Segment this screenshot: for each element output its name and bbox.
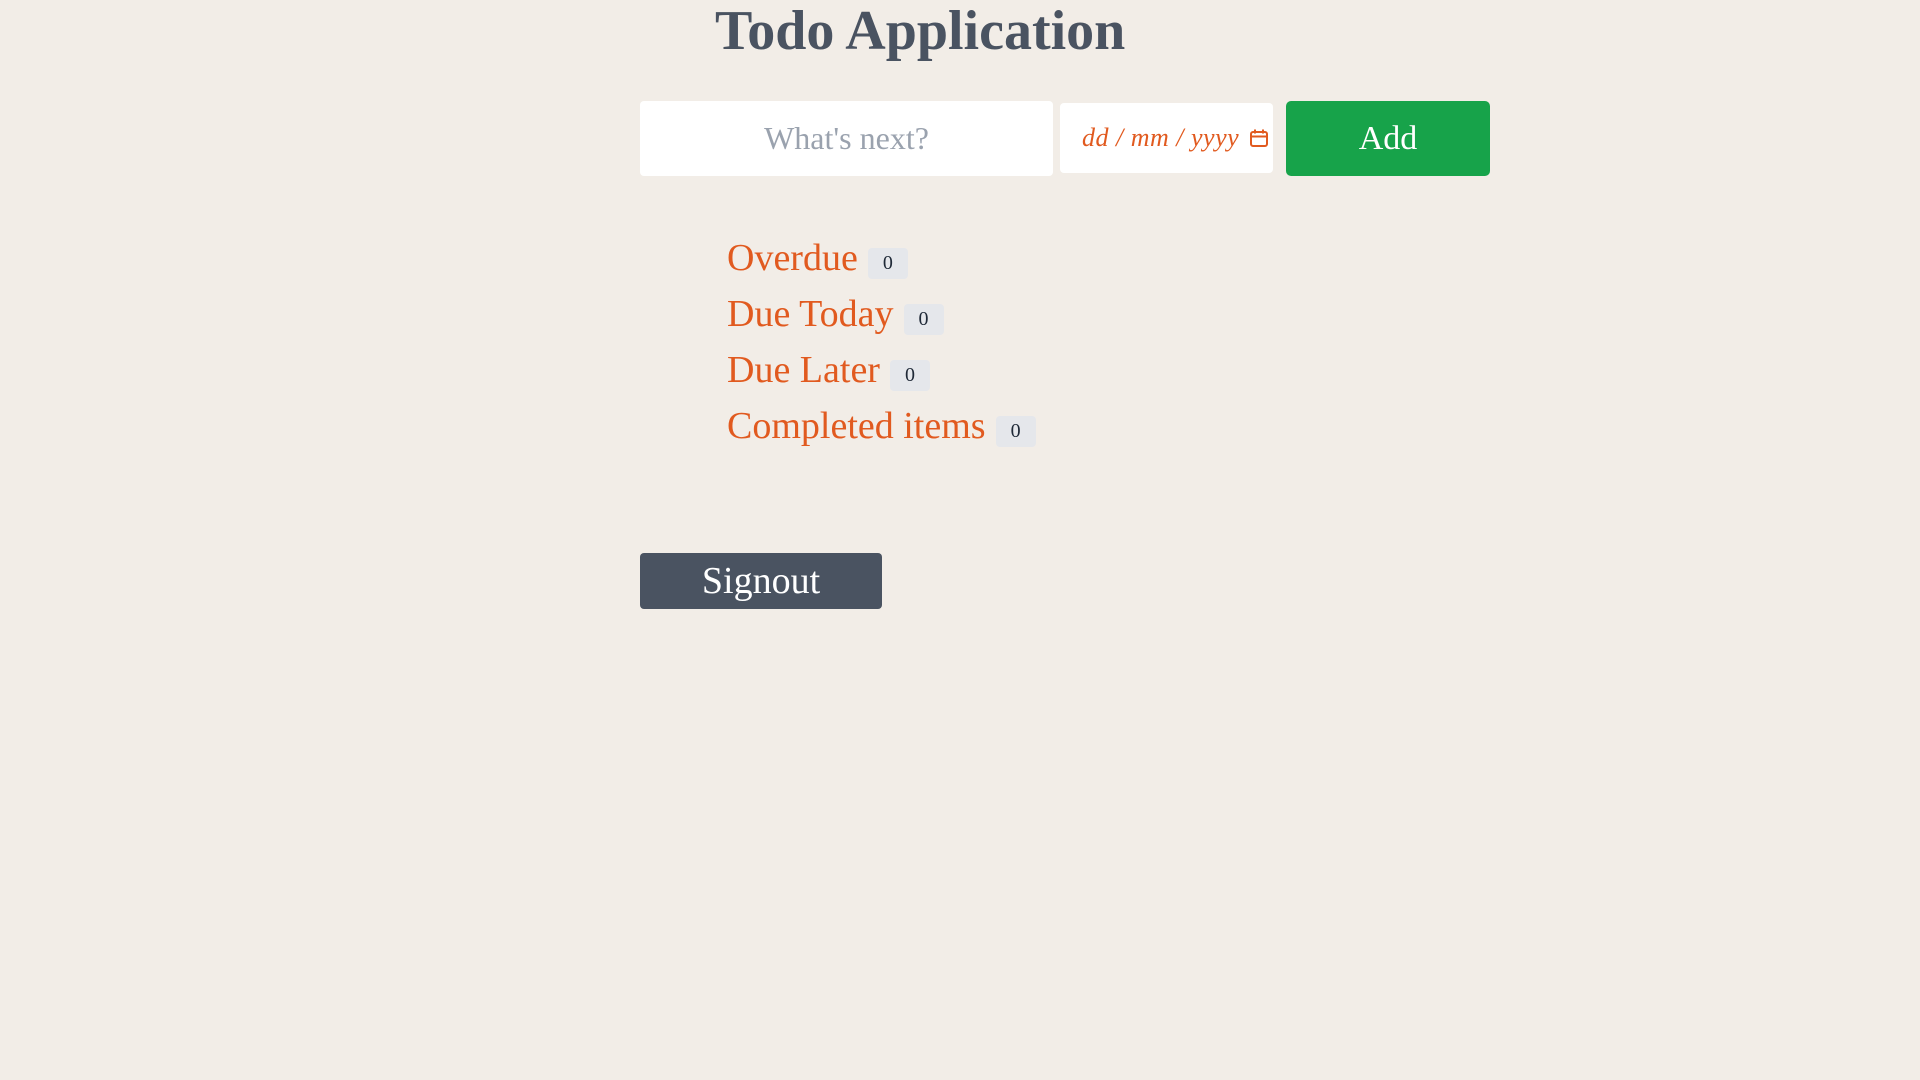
- todo-sections: Overdue 0 Due Today 0 Due Later 0 Comple…: [727, 230, 1036, 454]
- section-overdue: Overdue 0: [727, 230, 1036, 286]
- section-title-due-later[interactable]: Due Later: [727, 351, 880, 389]
- section-title-completed[interactable]: Completed items: [727, 407, 986, 445]
- due-date-placeholder: dd / mm / yyyy: [1082, 123, 1240, 152]
- page-title: Todo Application: [715, 0, 1126, 62]
- count-badge-completed: 0: [995, 415, 1036, 447]
- section-due-later: Due Later 0: [727, 342, 1036, 398]
- calendar-icon[interactable]: [1249, 128, 1269, 148]
- count-badge-due-today: 0: [903, 303, 944, 335]
- section-title-overdue[interactable]: Overdue: [727, 239, 858, 277]
- todo-app-page: Todo Application dd / mm / yyyy Add Over…: [0, 0, 1920, 1080]
- section-completed: Completed items 0: [727, 398, 1036, 454]
- section-title-due-today[interactable]: Due Today: [727, 295, 894, 333]
- section-due-today: Due Today 0: [727, 286, 1036, 342]
- due-date-input[interactable]: dd / mm / yyyy: [1060, 103, 1273, 173]
- count-badge-overdue: 0: [867, 247, 908, 279]
- todo-text-input[interactable]: [640, 101, 1053, 176]
- signout-button[interactable]: Signout: [640, 553, 882, 609]
- add-button[interactable]: Add: [1286, 101, 1490, 176]
- count-badge-due-later: 0: [889, 359, 930, 391]
